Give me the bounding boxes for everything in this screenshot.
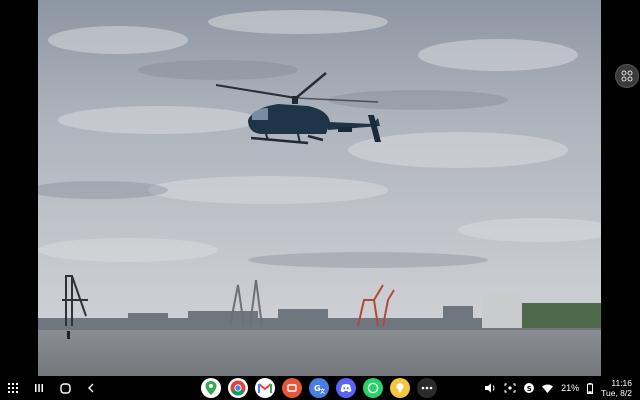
- image-viewer: [0, 0, 640, 376]
- gmail-app-button[interactable]: [255, 378, 275, 398]
- apps-grid-icon: [8, 383, 18, 393]
- maps-app-button[interactable]: [201, 378, 221, 398]
- back-icon: [88, 383, 94, 393]
- translate-app-button[interactable]: G 文: [309, 378, 329, 398]
- more-apps-button[interactable]: [417, 378, 437, 398]
- sidebar-toggle-button[interactable]: [615, 64, 639, 88]
- battery-percentage: 21%: [561, 383, 580, 393]
- screenshot-icon[interactable]: [504, 383, 516, 393]
- svg-text:文: 文: [320, 388, 325, 394]
- translate-icon: G 文: [314, 384, 325, 394]
- slides-app-button[interactable]: [282, 378, 302, 398]
- discord-app-button[interactable]: [336, 378, 356, 398]
- chrome-icon: [230, 380, 246, 396]
- notification-s-icon: S: [524, 383, 535, 393]
- grid-icon: [621, 70, 633, 82]
- pinned-apps: G 文: [201, 378, 437, 398]
- keep-app-button[interactable]: [390, 378, 410, 398]
- app-drawer-button[interactable]: [6, 376, 20, 400]
- whatsapp-app-button[interactable]: [363, 378, 383, 398]
- slides-icon: [287, 384, 297, 392]
- clock-time: 11:16: [611, 378, 632, 388]
- home-button[interactable]: [58, 376, 72, 400]
- recents-button[interactable]: [32, 376, 46, 400]
- volume-icon[interactable]: [485, 383, 496, 393]
- chrome-app-button[interactable]: [228, 378, 248, 398]
- back-button[interactable]: [84, 376, 98, 400]
- clock[interactable]: 11:16 Tue, 8/2: [601, 378, 632, 398]
- svg-text:S: S: [527, 385, 532, 393]
- status-tray: S 21% 11:16 Tue, 8/2: [485, 376, 632, 400]
- keep-icon: [396, 383, 404, 393]
- helicopter-photo[interactable]: [38, 0, 601, 376]
- whatsapp-icon: [367, 382, 379, 394]
- gmail-icon: [258, 382, 272, 393]
- clock-date: Tue, 8/2: [601, 388, 632, 398]
- battery-icon: [587, 382, 594, 394]
- more-icon: [421, 386, 433, 390]
- navigation-buttons: [6, 376, 98, 400]
- home-icon: [59, 382, 71, 394]
- discord-icon: [340, 384, 352, 393]
- wifi-icon: [542, 384, 554, 393]
- recents-icon: [35, 384, 43, 392]
- maps-icon: [205, 381, 217, 395]
- taskbar: G 文 S 21% 11:16 Tue, 8/2: [0, 376, 640, 400]
